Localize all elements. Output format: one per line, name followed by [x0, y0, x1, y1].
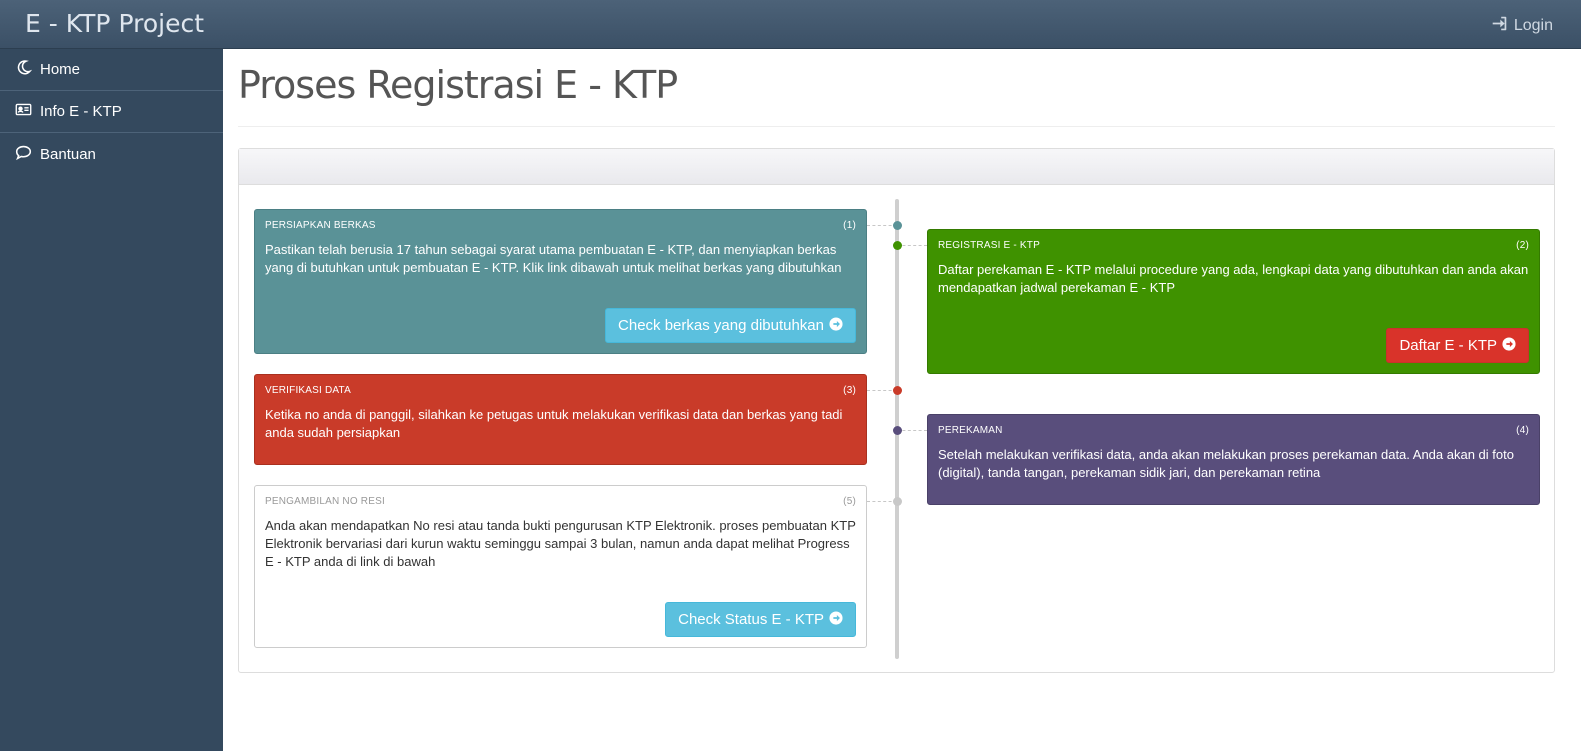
page-title: Proses Registrasi E - KTP — [238, 63, 678, 107]
timeline-dot — [893, 426, 902, 435]
timeline-dot — [893, 221, 902, 230]
sidebar-item-label: Home — [40, 61, 81, 78]
timeline-dot — [893, 497, 902, 506]
main-content: Proses Registrasi E - KTP PERSIAPKAN BER… — [238, 49, 1555, 673]
check-berkas-button[interactable]: Check berkas yang dibutuhkan — [605, 308, 856, 343]
login-link[interactable]: Login — [1491, 15, 1553, 37]
button-label: Daftar E - KTP — [1399, 337, 1497, 354]
card-title: REGISTRASI E - KTP — [938, 240, 1040, 251]
id-card-icon — [15, 101, 32, 122]
moon-icon — [15, 59, 33, 80]
sidebar-item-label: Info E - KTP — [40, 103, 122, 120]
card-step-number: (3) — [843, 385, 856, 396]
timeline-card-registrasi-ektp: REGISTRASI E - KTP (2) Daftar perekaman … — [927, 229, 1540, 374]
card-body: Ketika no anda di panggil, silahkan ke p… — [265, 407, 843, 440]
button-label: Check Status E - KTP — [678, 611, 824, 628]
sidebar-item-info-ektp[interactable]: Info E - KTP — [0, 91, 223, 133]
title-divider — [238, 126, 1555, 127]
card-body: Daftar perekaman E - KTP melalui procedu… — [938, 262, 1529, 295]
app-brand[interactable]: E - KTP Project — [25, 9, 204, 38]
timeline-card-pengambilan-no-resi: PENGAMBILAN NO RESI (5) Anda akan mendap… — [254, 485, 867, 648]
card-title: PEREKAMAN — [938, 425, 1003, 436]
timeline-card-perekaman: PEREKAMAN (4) Setelah melakukan verifika… — [927, 414, 1540, 505]
button-label: Check berkas yang dibutuhkan — [618, 317, 824, 334]
sign-in-icon — [1491, 15, 1508, 37]
card-step-number: (5) — [843, 496, 856, 507]
card-body: Pastikan telah berusia 17 tahun sebagai … — [265, 242, 842, 275]
arrow-circle-right-icon — [1502, 336, 1516, 355]
timeline-card-persiapkan-berkas: PERSIAPKAN BERKAS (1) Pastikan telah ber… — [254, 209, 867, 354]
arrow-circle-right-icon — [829, 316, 843, 335]
sidebar-item-bantuan[interactable]: Bantuan — [0, 133, 223, 175]
check-status-ektp-button[interactable]: Check Status E - KTP — [665, 602, 856, 637]
sidebar: Home Info E - KTP Bantuan — [0, 49, 223, 751]
daftar-ektp-button[interactable]: Daftar E - KTP — [1386, 328, 1529, 363]
card-step-number: (1) — [843, 220, 856, 231]
timeline-dot — [893, 241, 902, 250]
card-title: PERSIAPKAN BERKAS — [265, 220, 376, 231]
card-body: Setelah melakukan verifikasi data, anda … — [938, 447, 1514, 480]
card-title: VERIFIKASI DATA — [265, 385, 351, 396]
timeline-dot — [893, 386, 902, 395]
top-navbar: E - KTP Project Login — [0, 0, 1581, 49]
sidebar-item-label: Bantuan — [40, 145, 96, 163]
sidebar-item-home[interactable]: Home — [0, 49, 223, 91]
card-step-number: (2) — [1516, 240, 1529, 251]
timeline-panel: PERSIAPKAN BERKAS (1) Pastikan telah ber… — [238, 148, 1555, 673]
chat-bubble-icon — [15, 144, 32, 165]
timeline-card-verifikasi-data: VERIFIKASI DATA (3) Ketika no anda di pa… — [254, 374, 867, 465]
arrow-circle-right-icon — [829, 610, 843, 629]
card-title: PENGAMBILAN NO RESI — [265, 496, 385, 507]
login-label: Login — [1513, 17, 1553, 34]
panel-heading — [239, 149, 1554, 185]
card-body: Anda akan mendapatkan No resi atau tanda… — [265, 518, 856, 569]
card-step-number: (4) — [1516, 425, 1529, 436]
